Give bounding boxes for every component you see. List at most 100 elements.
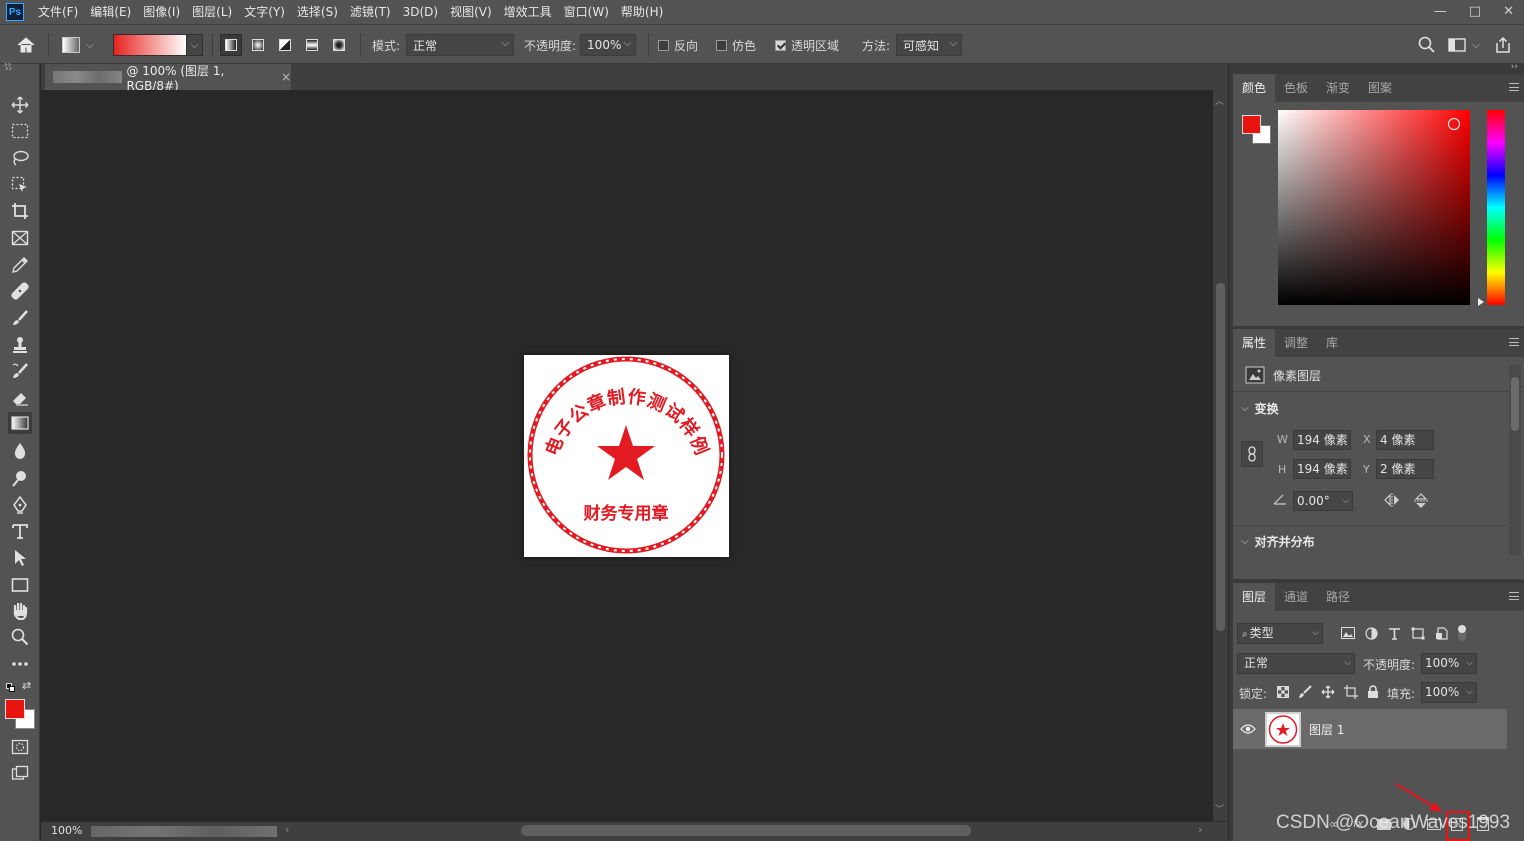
layer-thumbnail[interactable] [1265,712,1301,747]
transparency-checkbox-box[interactable] [775,39,786,51]
menu-filter[interactable]: 滤镜(T) [344,0,397,24]
transparency-checkbox[interactable]: 透明区域 [775,25,839,65]
linear-gradient-button[interactable] [220,34,242,56]
panel-menu-icon[interactable] [1509,338,1519,346]
minimize-button[interactable]: — [1434,4,1447,19]
tab-paths[interactable]: 路径 [1317,583,1359,611]
maximize-button[interactable]: □ [1469,4,1481,19]
panels-expand-icon[interactable]: ›› [1511,62,1518,72]
zoom-level[interactable]: 100% [51,824,82,837]
menu-help[interactable]: 帮助(H) [615,0,669,24]
crop-tool[interactable] [8,200,32,222]
gradient-picker[interactable]: ⌵ [113,25,203,65]
menu-view[interactable]: 视图(V) [444,0,498,24]
menu-select[interactable]: 选择(S) [291,0,344,24]
more-tools-button[interactable] [8,653,32,675]
flip-horizontal-icon[interactable] [1383,492,1401,508]
frame-tool[interactable] [8,227,32,249]
reflected-gradient-button[interactable] [301,34,323,56]
scroll-up-icon[interactable]: ︿ [1215,94,1224,107]
path-selection-tool[interactable] [8,547,32,569]
filter-type-icon[interactable] [1388,627,1401,640]
align-section-header[interactable]: ⌵ 对齐并分布 [1241,533,1315,550]
color-picker-cursor[interactable] [1448,118,1460,130]
pen-tool[interactable] [8,494,32,516]
quick-mask-button[interactable] [8,736,32,758]
photoshop-logo-icon[interactable]: Ps [6,3,24,21]
x-input[interactable]: 4 像素 [1376,430,1434,450]
tab-channels[interactable]: 通道 [1275,583,1317,611]
reverse-checkbox[interactable]: 反向 [658,25,698,65]
flip-vertical-icon[interactable] [1413,492,1429,510]
lock-artboard-icon[interactable] [1344,685,1358,699]
filter-shape-icon[interactable] [1411,627,1425,640]
scroll-down-icon[interactable]: ﹀ [1215,802,1224,815]
eraser-tool[interactable] [8,387,32,409]
angle-input[interactable]: 0.00° ⌵ [1293,491,1353,511]
marquee-tool[interactable] [8,120,32,142]
workspace-button[interactable]: ⌵ [1448,25,1480,65]
lock-position-icon[interactable] [1321,685,1335,699]
history-brush-tool[interactable] [8,360,32,382]
move-tool[interactable] [8,94,32,116]
object-selection-tool[interactable] [8,174,32,196]
menu-image[interactable]: 图像(I) [137,0,186,24]
healing-brush-tool[interactable] [8,280,32,302]
home-button[interactable] [16,25,36,65]
hue-slider[interactable] [1487,110,1505,305]
filter-adjustment-icon[interactable] [1365,626,1378,640]
lock-image-pixels-icon[interactable] [1298,685,1312,699]
method-select[interactable]: 可感知 ⌵ [896,34,963,56]
filter-pixel-icon[interactable] [1341,627,1355,639]
scroll-left-icon[interactable]: ‹ [285,823,289,836]
hand-tool[interactable] [8,600,32,622]
layer-filter-select[interactable]: ⌕ 类型 ⌵ [1237,623,1323,644]
saturation-brightness-field[interactable] [1278,110,1470,305]
tab-patterns[interactable]: 图案 [1359,74,1401,102]
search-button[interactable] [1418,25,1436,65]
tab-color[interactable]: 颜色 [1233,74,1276,102]
dodge-tool[interactable] [8,467,32,489]
reverse-checkbox-box[interactable] [658,39,669,51]
document-canvas[interactable]: 电子公章制作测试样例 财务专用章 [524,355,729,557]
dither-checkbox[interactable]: 仿色 [716,25,756,65]
horizontal-scroll-thumb[interactable] [521,825,971,836]
menu-type[interactable]: 文字(Y) [238,0,291,24]
menu-window[interactable]: 窗口(W) [558,0,615,24]
mode-select[interactable]: 正常 ⌵ [406,34,515,56]
vertical-scroll-thumb[interactable] [1216,283,1225,631]
filter-toggle-icon[interactable] [1458,625,1466,641]
scroll-right-icon[interactable]: › [1198,823,1202,836]
lasso-tool[interactable] [8,147,32,169]
angle-gradient-button[interactable] [274,34,296,56]
properties-scrollbar[interactable] [1509,365,1521,555]
panel-foreground-swatch[interactable] [1242,115,1261,134]
gradient-swatch[interactable] [113,34,187,56]
dither-checkbox-box[interactable] [716,39,727,51]
panels-collapse-icon[interactable]: ›› [4,60,11,70]
blur-tool[interactable] [8,440,32,462]
tool-preset-picker[interactable]: ⌵ [62,25,94,65]
link-dimensions-button[interactable] [1241,441,1263,467]
swap-colors-icon[interactable]: ⇄ [22,679,31,692]
menu-3d[interactable]: 3D(D) [397,0,444,24]
panel-menu-icon[interactable] [1509,592,1519,600]
menu-edit[interactable]: 编辑(E) [84,0,137,24]
menu-plugins[interactable]: 增效工具 [498,0,558,24]
brush-tool[interactable] [8,307,32,329]
tab-adjustments[interactable]: 调整 [1275,329,1317,357]
close-window-button[interactable]: ✕ [1503,4,1514,19]
layer-row[interactable]: 图层 1 [1233,709,1507,749]
type-tool[interactable] [8,520,32,542]
foreground-color-swatch[interactable] [5,699,25,719]
width-input[interactable]: 194 像素 [1293,430,1351,450]
rectangle-tool[interactable] [8,574,32,596]
gradient-dropdown-button[interactable]: ⌵ [187,34,203,56]
blend-mode-select[interactable]: 正常 ⌵ [1237,653,1355,674]
menu-layer[interactable]: 图层(L) [186,0,238,24]
close-tab-icon[interactable]: × [281,70,291,84]
vertical-scrollbar[interactable]: ︿ ﹀ [1213,90,1228,821]
panel-menu-icon[interactable] [1509,83,1519,91]
tab-properties[interactable]: 属性 [1233,329,1276,357]
layer-name[interactable]: 图层 1 [1309,721,1344,738]
